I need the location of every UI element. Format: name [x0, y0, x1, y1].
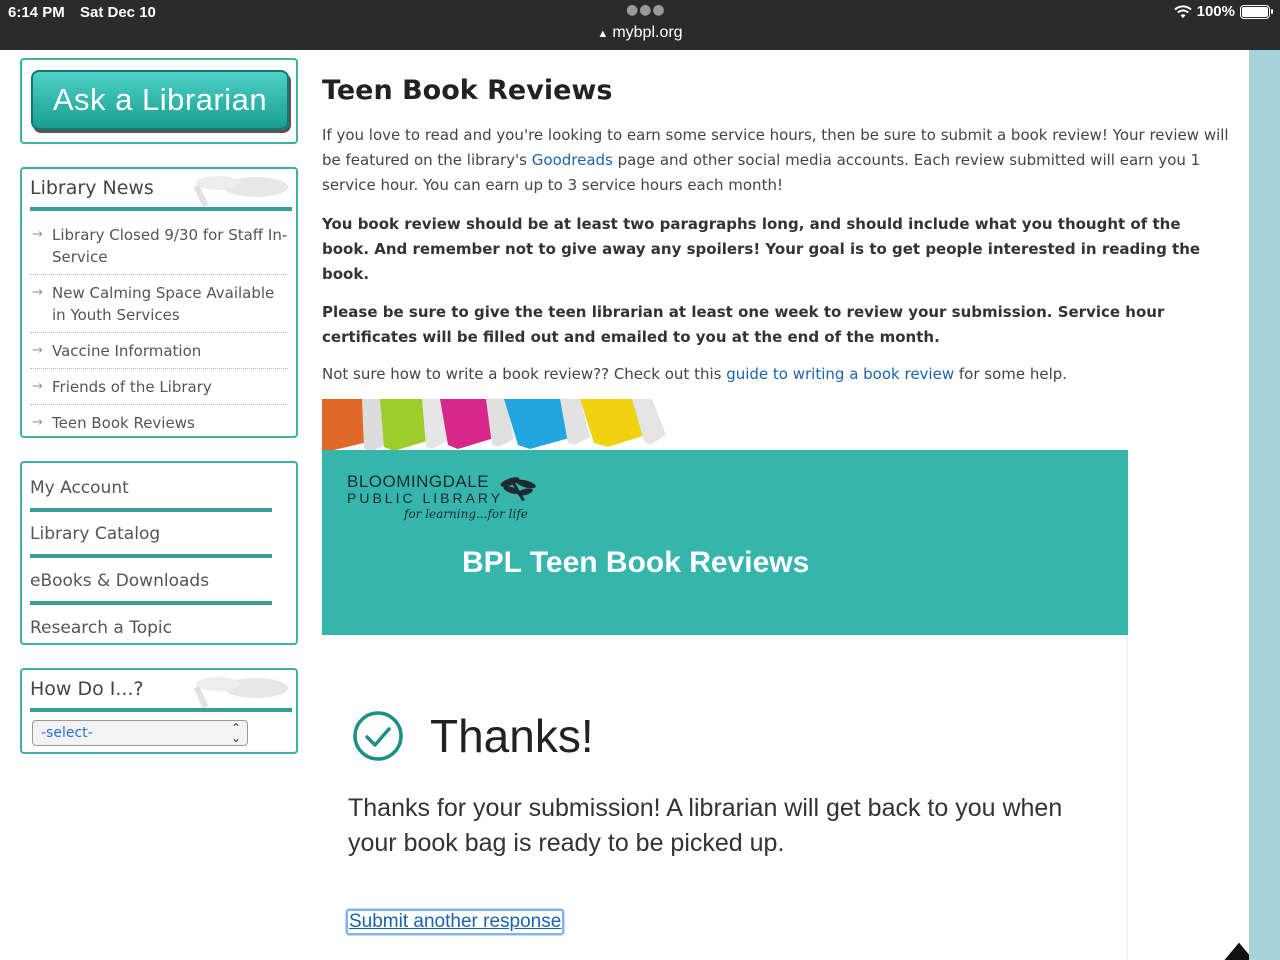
status-time: 6:14 PM [8, 4, 65, 21]
form-banner: BLOOMINGDALE PUBLIC LIBRARY for learning… [322, 399, 1128, 635]
my-account-link[interactable]: My Account [30, 478, 129, 498]
guide-link[interactable]: guide to writing a book review [726, 365, 954, 383]
news-item[interactable]: → Library Closed 9/30 for Staff In-Servic… [30, 217, 288, 275]
form-confirmation: Thanks! Thanks for your submission! A li… [322, 635, 1128, 960]
divider [30, 207, 292, 211]
status-indicators: 100% [1173, 3, 1273, 20]
news-item[interactable]: → Teen Book Reviews [30, 405, 288, 436]
dragonfly-logo-icon [500, 477, 536, 502]
thanks-message: Thanks for your submission! A librarian … [348, 794, 1063, 857]
how-do-i-box: How Do I...? -select- ⌃ ⌄ [20, 668, 298, 754]
wifi-icon [1173, 4, 1192, 18]
ask-librarian-button[interactable]: Ask a Librarian [31, 70, 289, 130]
battery-icon [1240, 4, 1273, 19]
dragonfly-watermark-icon [193, 176, 288, 207]
divider [30, 601, 272, 605]
status-date: Sat Dec 10 [80, 4, 156, 21]
news-item[interactable]: → Vaccine Information [30, 333, 288, 369]
guide-paragraph: Not sure how to write a book review?? Ch… [322, 365, 1068, 383]
library-name-line1: BLOOMINGDALE [347, 472, 490, 491]
thanks-heading: Thanks! [430, 710, 594, 762]
address-url: mybpl.org [612, 24, 683, 41]
select-value: -select- [41, 725, 93, 741]
how-do-i-title: How Do I...? [30, 678, 144, 700]
news-list: → Library Closed 9/30 for Staff In-Servic… [30, 217, 288, 436]
library-tagline: for learning...for life [404, 507, 528, 521]
lock-icon: ▲ [597, 28, 609, 40]
battery-percent: 100% [1196, 3, 1235, 20]
ask-librarian-box: Ask a Librarian [20, 58, 298, 144]
ebooks-downloads-link[interactable]: eBooks & Downloads [30, 571, 209, 591]
address-bar[interactable]: ▲ mybpl.org [0, 24, 1280, 42]
news-item[interactable]: → New Calming Space Available in Youth Se… [30, 275, 288, 333]
arrow-right-icon: → [32, 343, 43, 358]
submit-another-response-link[interactable]: Submit another response [346, 909, 565, 935]
account-links-box: My Account Library Catalog eBooks & Down… [20, 461, 298, 645]
library-name-line2: PUBLIC LIBRARY [347, 490, 504, 506]
check-circle-icon [353, 711, 403, 761]
how-do-i-select[interactable]: -select- ⌃ ⌄ [32, 720, 248, 746]
library-news-title: Library News [30, 177, 154, 199]
goodreads-link[interactable]: Goodreads [532, 151, 613, 169]
arrow-right-icon: → [32, 379, 43, 394]
select-chevron-icon: ⌃ ⌄ [230, 721, 241, 745]
review-timing: Please be sure to give the teen libraria… [322, 303, 1165, 346]
arrow-right-icon: → [32, 415, 43, 430]
arrow-right-icon: → [32, 227, 43, 242]
web-page: Ask a Librarian Library News → Library Cl… [0, 50, 1254, 960]
divider [30, 508, 272, 512]
library-catalog-link[interactable]: Library Catalog [30, 524, 160, 544]
banner-teal-panel: BLOOMINGDALE PUBLIC LIBRARY for learning… [322, 450, 1128, 635]
multitasking-dots-icon[interactable]: ●●● [626, 2, 666, 18]
books-illustration [322, 399, 742, 451]
banner-title: BPL Teen Book Reviews [462, 546, 810, 579]
review-requirements: You book review should be at least two p… [322, 215, 1201, 283]
intro-paragraph: If you love to read and you're looking t… [322, 126, 1229, 194]
divider [30, 708, 292, 712]
news-item[interactable]: → Friends of the Library [30, 369, 288, 405]
arrow-right-icon: → [32, 285, 43, 300]
dragonfly-watermark-icon [193, 677, 288, 708]
research-topic-link[interactable]: Research a Topic [30, 618, 172, 638]
status-bar: 6:14 PM Sat Dec 10 ●●● ▲ mybpl.org 100% [0, 0, 1280, 50]
divider [30, 554, 272, 558]
page-edge-strip [1249, 50, 1280, 960]
page-title: Teen Book Reviews [322, 75, 613, 106]
library-news-box: Library News → Library Closed 9/30 for St… [20, 167, 298, 438]
